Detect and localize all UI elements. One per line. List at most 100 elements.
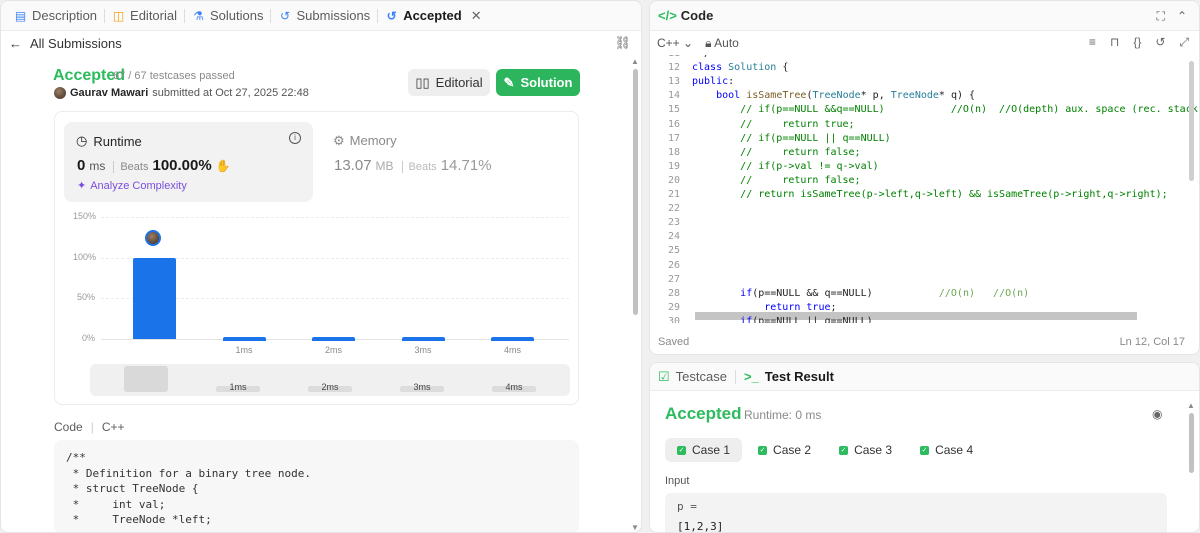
close-icon[interactable]: ✕ [471, 8, 482, 24]
divider: | [90, 420, 94, 434]
code-line[interactable]: bool isSameTree(TreeNode* p, TreeNode* q… [692, 90, 975, 101]
language-select[interactable]: C++ ⌄ [657, 36, 693, 50]
x-tick-label: 3ms [414, 345, 432, 355]
braces-icon[interactable]: {} [1133, 35, 1141, 50]
runtime-box[interactable]: ◷ Runtime i 0 ms Beats 100.00% ✋ ✦ Analy… [64, 122, 313, 202]
chart-bar[interactable] [312, 336, 355, 341]
memory-chip-icon: ⚙ [333, 133, 345, 148]
maximize-icon[interactable]: ⛶ [1157, 9, 1165, 24]
tab-label: Accepted [403, 8, 462, 23]
case-label: Case 3 [854, 443, 893, 457]
memory-value: 13.07 [334, 157, 372, 174]
testcases-passed: 67 / 67 testcases passed [113, 70, 235, 82]
format-icon[interactable]: ≡ [1089, 35, 1096, 50]
avatar[interactable] [54, 87, 66, 99]
editorial-button-label: Editorial [435, 75, 483, 90]
line-number: 19 [667, 160, 680, 172]
editorial-button[interactable]: ▯▯ Editorial [408, 69, 490, 96]
chevron-up-icon[interactable]: ⌃ [1177, 9, 1187, 24]
arrow-left-icon: ← [9, 35, 22, 51]
info-icon[interactable]: i [289, 132, 301, 144]
code-line[interactable]: // return true; [692, 119, 854, 130]
result-scroll-thumb[interactable] [1189, 413, 1194, 473]
scroll-up-icon[interactable]: ▲ [1187, 401, 1195, 410]
chart-bar[interactable] [401, 336, 445, 341]
code-brackets-icon: </> [658, 8, 677, 23]
cursor-position: Ln 12, Col 17 [1119, 336, 1185, 348]
author-name[interactable]: Gaurav Mawari [70, 87, 148, 99]
memory-header[interactable]: ⚙ Memory [333, 133, 397, 149]
code-line[interactable]: // return false; [692, 175, 860, 186]
code-line[interactable]: */ [692, 55, 710, 59]
tab-accepted[interactable]: ↺ Accepted ✕ [380, 8, 486, 24]
range-handle[interactable] [124, 366, 168, 392]
runtime-value: 0 [77, 157, 86, 174]
test-result-panel: ☑ Testcase >_ Test Result Accepted Runti… [649, 362, 1200, 533]
scroll-thumb[interactable] [633, 69, 638, 315]
editor-scrollbar[interactable] [1187, 61, 1195, 321]
tab-divider [377, 8, 379, 23]
history-icon: ↺ [386, 8, 397, 23]
tab-divider [184, 8, 185, 23]
reset-icon[interactable]: ↺ [1155, 35, 1165, 50]
code-line[interactable]: // if(p==NULL || q==NULL) [692, 133, 891, 144]
code-line[interactable]: if(p==NULL || q==NULL) [692, 316, 872, 323]
bookmark-icon[interactable]: ⊓ [1110, 35, 1119, 50]
eye-icon[interactable]: ◉ [1152, 407, 1162, 421]
line-number: 20 [667, 174, 680, 186]
editor-tools: ≡ ⊓ {} ↺ ⤢ [1089, 35, 1189, 50]
link-icon[interactable]: ⛓ [614, 35, 631, 51]
line-number: 23 [667, 217, 680, 229]
case-tab[interactable]: ✓ Case 4 [908, 438, 985, 462]
tab-testcase[interactable]: Testcase [676, 369, 727, 384]
clock-icon: ◷ [76, 133, 88, 148]
chart-bar[interactable] [491, 336, 534, 341]
result-runtime: Runtime: 0 ms [744, 408, 822, 422]
case-tab[interactable]: ✓ Case 2 [746, 438, 823, 462]
left-scrollbar[interactable]: ▲ ▼ [631, 57, 639, 532]
result-scrollbar[interactable]: ▲ [1187, 401, 1195, 531]
tab-submissions[interactable]: ↺ Submissions [273, 8, 375, 23]
y-tick-label: 150% [73, 211, 97, 221]
code-line[interactable]: public: [692, 76, 734, 87]
code-line[interactable]: if(p==NULL && q==NULL) //O(n) //O(n) [692, 288, 1029, 299]
chart-bar[interactable] [133, 257, 176, 339]
back-to-submissions[interactable]: ← All Submissions [1, 31, 641, 55]
analyze-complexity-link[interactable]: ✦ Analyze Complexity [77, 179, 187, 193]
code-editor-panel: </> Code ⛶ ⌃ C++ ⌄ 🔒︎ Auto ≡ ⊓ {} ↺ ⤢ 11… [649, 0, 1200, 355]
chart-range-navigator[interactable]: 1ms 2ms 3ms 4ms [90, 364, 570, 396]
runtime-label: Runtime [93, 133, 142, 149]
tab-editorial[interactable]: ◫ Editorial [107, 8, 182, 23]
navigator-tick: 3ms [400, 383, 444, 392]
scroll-up-icon[interactable]: ▲ [631, 57, 639, 66]
solution-button[interactable]: ✎ Solution [496, 69, 580, 96]
tab-test-result[interactable]: Test Result [765, 369, 834, 384]
y-tick-label: 100% [73, 251, 97, 262]
line-number: 29 [667, 301, 680, 313]
tab-divider [270, 8, 272, 23]
fullscreen-icon[interactable]: ⤢ [1179, 35, 1189, 50]
check-icon: ✓ [758, 445, 768, 455]
code-line[interactable]: // return false; [692, 147, 860, 158]
code-line[interactable]: // if(p->val != q->val) [692, 161, 878, 172]
code-editor[interactable]: 11 */ 12 class Solution {13 public: 14 bool … [650, 55, 1199, 323]
chart-bar[interactable] [222, 336, 266, 341]
case-label: Case 4 [935, 443, 974, 457]
auto-mode[interactable]: 🔒︎ Auto [705, 36, 739, 51]
my-submission-avatar[interactable] [144, 229, 161, 246]
description-icon: ▤ [14, 8, 27, 23]
scroll-down-icon[interactable]: ▼ [631, 523, 639, 532]
code-line[interactable]: class Solution { [692, 62, 788, 73]
case-tab[interactable]: ✓ Case 3 [827, 438, 904, 462]
code-line[interactable]: return true; [692, 302, 836, 313]
tab-description[interactable]: ▤ Description [9, 8, 102, 23]
code-line[interactable]: // return isSameTree(p->left,q->left) &&… [692, 189, 1167, 200]
code-label: Code [54, 420, 83, 434]
tab-solutions[interactable]: ⚗ Solutions [187, 8, 268, 23]
case-tab[interactable]: ✓ Case 1 [665, 438, 743, 462]
editor-scroll-thumb[interactable] [1189, 61, 1194, 181]
x-tick-label: 2ms [324, 345, 342, 355]
line-number: 21 [667, 189, 680, 200]
mode-label: Auto [714, 35, 739, 50]
code-line[interactable]: // if(p==NULL &&q==NULL) //O(n) //O(dept… [692, 104, 1199, 115]
